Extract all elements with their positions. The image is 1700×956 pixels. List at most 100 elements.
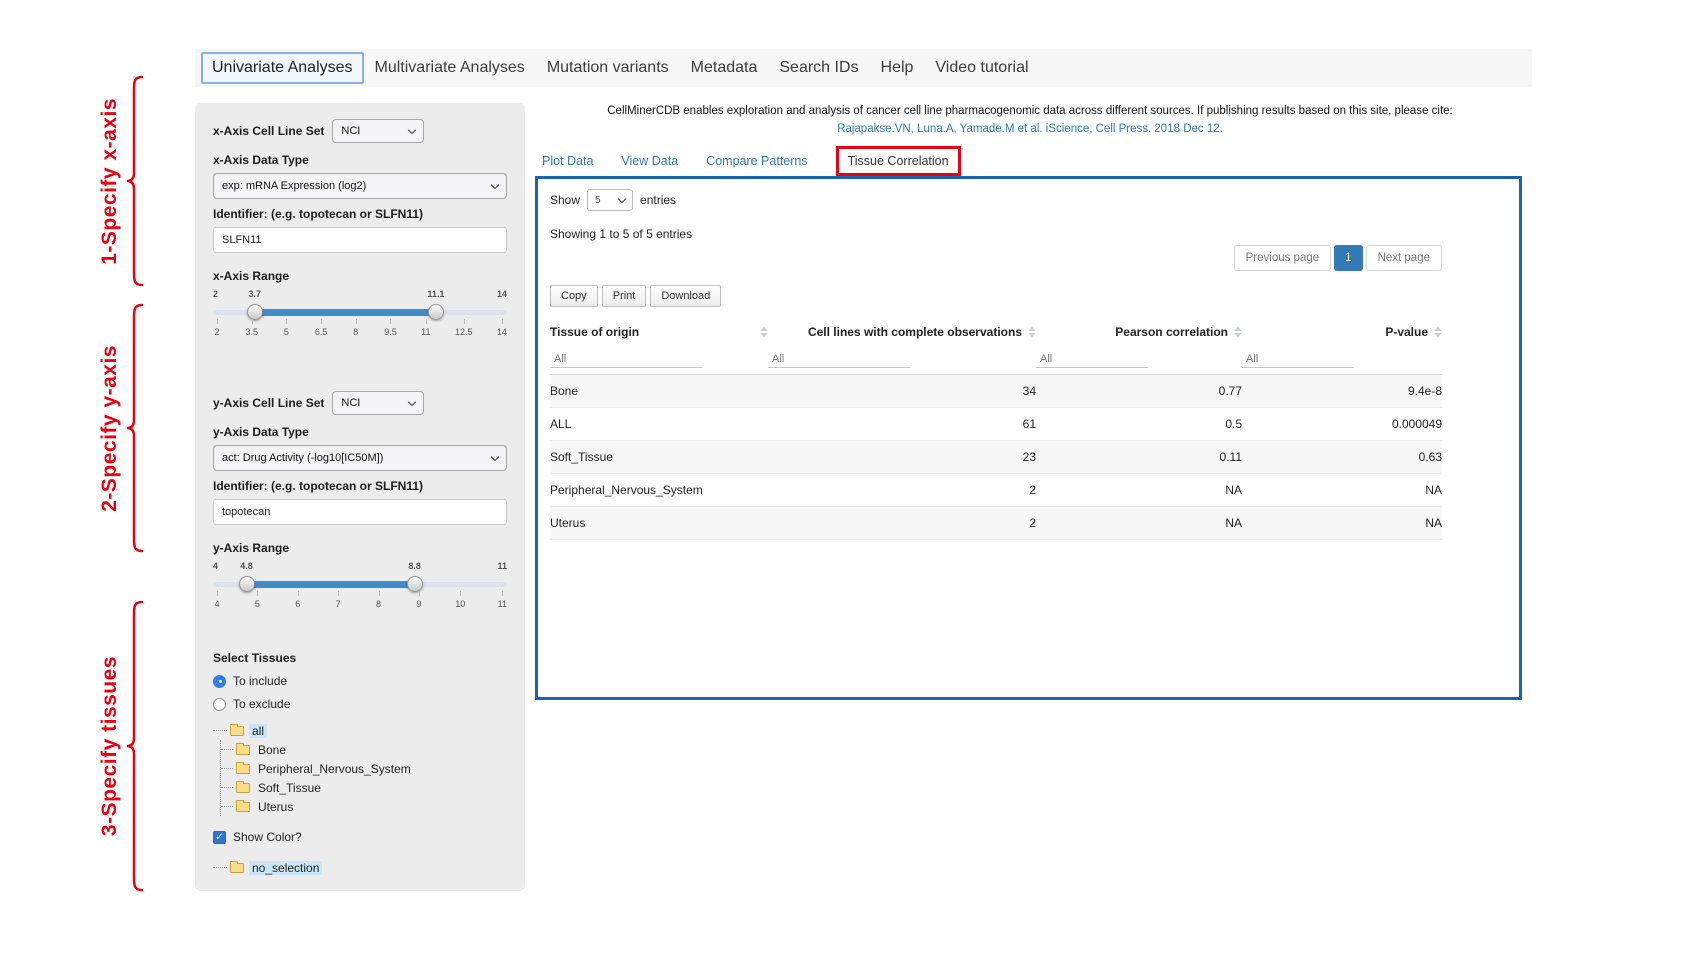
tree-connector (221, 806, 233, 807)
x-axis-cell-line-set-value: NCI (341, 125, 360, 137)
y-range-handle-low[interactable] (239, 576, 255, 592)
table-filter-row (550, 345, 1442, 375)
x-axis-cell-line-set-select[interactable]: NCI (332, 119, 424, 143)
y-range-max-label: 11 (497, 561, 507, 571)
show-color-label: Show Color? (233, 830, 302, 844)
download-button[interactable]: Download (650, 285, 721, 307)
x-range-min-label: 2 (213, 289, 218, 299)
tissue-tree-item-soft-tissue[interactable]: Soft_Tissue (221, 778, 507, 797)
include-radio-label: To include (233, 674, 287, 688)
y-axis-identifier-label: Identifier: (e.g. topotecan or SLFN11) (213, 479, 507, 493)
entries-label: entries (640, 193, 676, 207)
tissues-include-radio[interactable]: To include (213, 674, 507, 688)
tissue-tree: all Bone Peripheral_Nervous_System Soft_… (213, 721, 507, 816)
folder-icon (236, 802, 250, 812)
x-axis-data-type-label: x-Axis Data Type (213, 153, 507, 167)
x-range-fill (255, 309, 436, 316)
selection-tree: no_selection (213, 858, 507, 877)
y-axis-range-slider: 4 4.8 8.8 11 4 5 6 7 8 9 10 11 (213, 561, 507, 619)
tree-connector (221, 749, 233, 750)
tissue-tree-item-uterus[interactable]: Uterus (221, 797, 507, 816)
y-axis-data-type-select[interactable]: act: Drug Activity (-log10[IC50M]) (213, 445, 507, 471)
x-range-handle-high[interactable] (428, 304, 444, 320)
sort-icon[interactable] (760, 327, 768, 337)
filter-cell-lines-input[interactable] (768, 351, 910, 368)
tree-root-label: all (249, 724, 267, 738)
y-axis-data-type-value: act: Drug Activity (-log10[IC50M]) (222, 452, 383, 464)
x-axis-identifier-input[interactable] (213, 227, 507, 253)
analysis-subtabs: Plot Data View Data Compare Patterns Tis… (542, 146, 961, 176)
nav-tab-help[interactable]: Help (870, 52, 925, 84)
nav-tab-video-tutorial[interactable]: Video tutorial (924, 52, 1039, 84)
column-header-cell-lines[interactable]: Cell lines with complete observations (768, 325, 1036, 339)
print-button[interactable]: Print (602, 285, 647, 307)
column-header-pearson-correlation[interactable]: Pearson correlation (1036, 325, 1242, 339)
show-label: Show (550, 193, 580, 207)
chevron-down-icon (491, 452, 499, 460)
chevron-down-icon (408, 397, 416, 405)
x-range-handle-low[interactable] (247, 304, 263, 320)
nav-tab-univariate-analyses[interactable]: Univariate Analyses (201, 52, 364, 84)
tree-connector (221, 787, 233, 788)
tissue-tree-root[interactable]: all (213, 721, 507, 740)
x-range-low-value: 3.7 (248, 289, 261, 299)
folder-icon (236, 764, 250, 774)
x-axis-identifier-label: Identifier: (e.g. topotecan or SLFN11) (213, 207, 507, 221)
subtab-compare-patterns[interactable]: Compare Patterns (706, 154, 807, 168)
exclude-radio-label: To exclude (233, 697, 290, 711)
select-tissues-title: Select Tissues (213, 651, 507, 665)
folder-icon (236, 783, 250, 793)
tissue-correlation-panel: Show 5 entries Showing 1 to 5 of 5 entri… (535, 176, 1522, 700)
x-range-high-value: 11.1 (427, 289, 444, 299)
citation-text: CellMinerCDB enables exploration and ana… (540, 105, 1520, 117)
subtab-tissue-correlation[interactable]: Tissue Correlation (836, 146, 961, 176)
page-1-button[interactable]: 1 (1334, 245, 1362, 271)
previous-page-button[interactable]: Previous page (1234, 245, 1332, 271)
page-length-select[interactable]: 5 (587, 189, 633, 211)
table-row: Peripheral_Nervous_System 2 NA NA (550, 474, 1442, 507)
tissue-correlation-table: Tissue of origin Cell lines with complet… (550, 319, 1442, 540)
filter-pearson-input[interactable] (1036, 351, 1148, 368)
subtab-view-data[interactable]: View Data (621, 154, 678, 168)
copy-button[interactable]: Copy (550, 285, 598, 307)
y-range-handle-high[interactable] (407, 576, 423, 592)
x-axis-data-type-select[interactable]: exp: mRNA Expression (log2) (213, 173, 507, 199)
y-axis-cell-line-set-label: y-Axis Cell Line Set (213, 396, 324, 410)
citation-link[interactable]: Rajapakse.VN, Luna.A, Yamade.M et al. iS… (540, 123, 1520, 135)
chevron-down-icon (618, 194, 626, 202)
radio-unchecked-icon (213, 698, 226, 711)
tissue-tree-item-bone[interactable]: Bone (221, 740, 507, 759)
radio-checked-icon (213, 675, 226, 688)
main-nav: Univariate Analyses Multivariate Analyse… (195, 49, 1532, 87)
y-axis-cell-line-set-row: y-Axis Cell Line Set NCI (213, 391, 507, 415)
tissues-exclude-radio[interactable]: To exclude (213, 697, 507, 711)
y-axis-cell-line-set-select[interactable]: NCI (332, 391, 424, 415)
nav-tab-search-ids[interactable]: Search IDs (768, 52, 869, 84)
page-length-value: 5 (595, 195, 601, 206)
nav-tab-metadata[interactable]: Metadata (680, 52, 769, 84)
export-buttons: Copy Print Download (550, 285, 1442, 307)
annotation-brace-3 (126, 600, 146, 892)
filter-tissue-input[interactable] (550, 351, 702, 368)
show-color-checkbox[interactable]: ✓ Show Color? (213, 830, 507, 844)
x-axis-cell-line-set-row: x-Axis Cell Line Set NCI (213, 119, 507, 143)
nav-tab-mutation-variants[interactable]: Mutation variants (536, 52, 680, 84)
y-axis-data-type-label: y-Axis Data Type (213, 425, 507, 439)
next-page-button[interactable]: Next page (1366, 245, 1442, 271)
no-selection-tree-item[interactable]: no_selection (213, 858, 507, 877)
y-axis-identifier-input[interactable] (213, 499, 507, 525)
table-header-row: Tissue of origin Cell lines with complet… (550, 319, 1442, 345)
y-axis-range-label: y-Axis Range (213, 541, 507, 555)
tissue-tree-item-peripheral-nervous-system[interactable]: Peripheral_Nervous_System (221, 759, 507, 778)
sort-icon[interactable] (1028, 327, 1036, 337)
annotation-brace-2 (126, 303, 146, 553)
x-axis-range-slider: 2 3.7 11.1 14 2 3.5 5 6.5 8 9.5 11 12.5 … (213, 289, 507, 347)
nav-tab-multivariate-analyses[interactable]: Multivariate Analyses (364, 52, 536, 84)
sort-icon[interactable] (1434, 327, 1442, 337)
filter-p-value-input[interactable] (1242, 351, 1354, 368)
subtab-plot-data[interactable]: Plot Data (542, 154, 593, 168)
sort-icon[interactable] (1234, 327, 1242, 337)
column-header-tissue-of-origin[interactable]: Tissue of origin (550, 325, 768, 339)
checkbox-checked-icon: ✓ (213, 831, 226, 844)
column-header-p-value[interactable]: P-value (1242, 325, 1442, 339)
